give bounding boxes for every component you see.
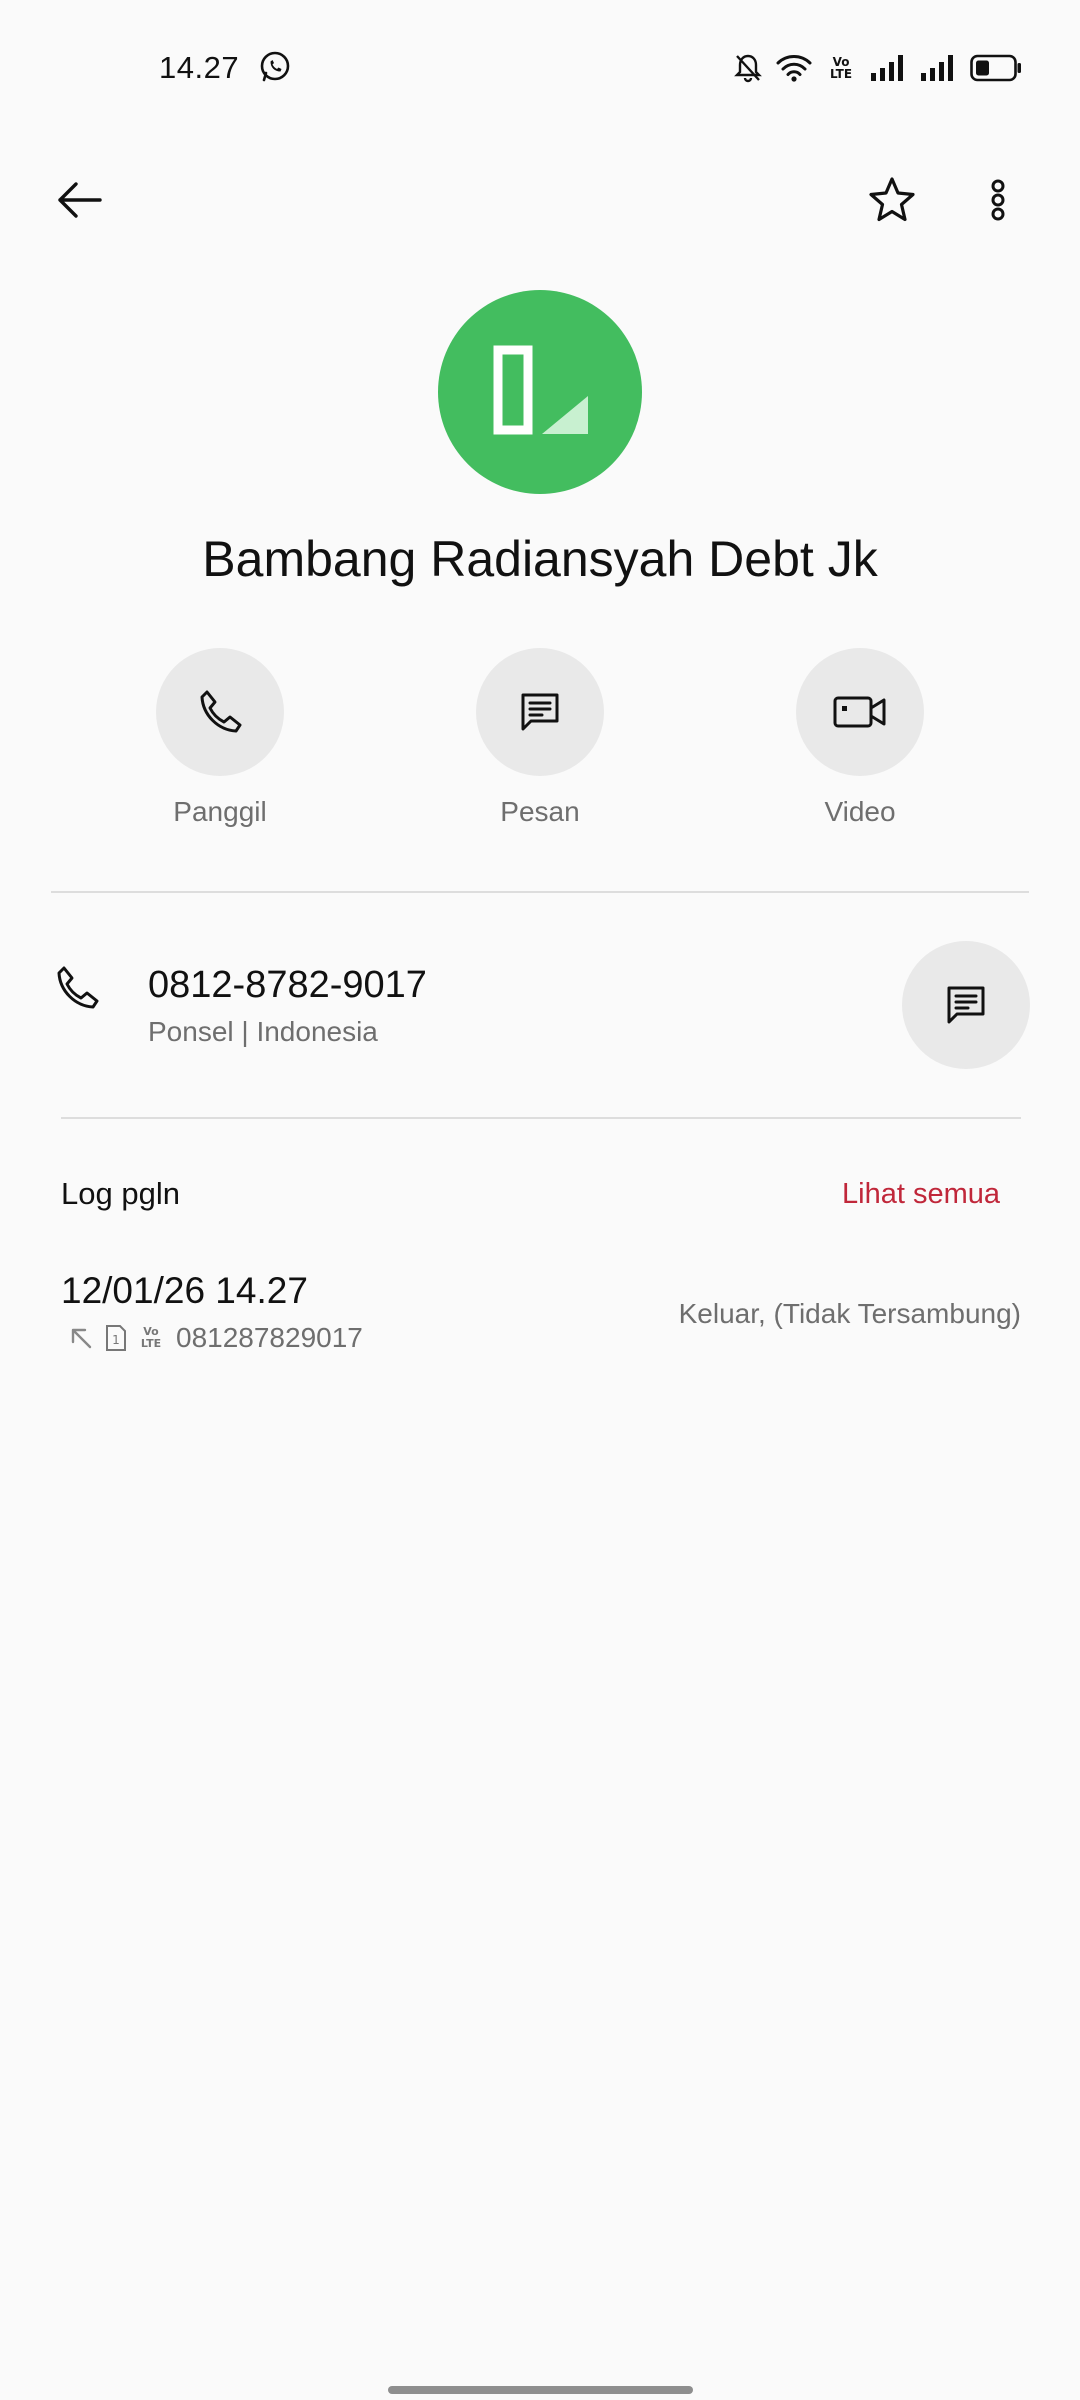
video-action-circle[interactable] xyxy=(796,648,924,776)
favorite-button[interactable] xyxy=(852,160,932,240)
phone-type-label: Ponsel | Indonesia xyxy=(148,1016,378,1047)
call-action-circle[interactable] xyxy=(156,648,284,776)
volte-status-line2: LTE xyxy=(829,67,853,81)
call-log-title: Log pgln xyxy=(61,1176,180,1211)
wifi-icon xyxy=(776,55,812,82)
video-camera-icon xyxy=(833,696,886,728)
call-log-meta: 1 Vo LTE 081287829017 xyxy=(68,1322,363,1354)
star-icon xyxy=(869,177,915,222)
phone-icon xyxy=(200,690,242,733)
whatsapp-notification-icon xyxy=(260,51,290,82)
message-icon xyxy=(521,693,559,731)
send-message-button[interactable] xyxy=(902,941,1030,1069)
sim-number: 1 xyxy=(112,1333,120,1347)
volte-line2: LTE xyxy=(140,1337,162,1350)
contact-avatar xyxy=(438,290,642,494)
video-action-label: Video xyxy=(824,796,896,827)
arrow-left-icon xyxy=(58,182,102,218)
sim-card-icon: 1 xyxy=(106,1325,126,1351)
volte-status-icon: Vo LTE xyxy=(826,56,856,80)
status-icons: Vo LTE xyxy=(734,48,1022,88)
volte-icon: Vo LTE xyxy=(138,1326,164,1350)
battery-icon xyxy=(970,54,1021,82)
see-all-link[interactable]: Lihat semua xyxy=(842,1178,1000,1211)
message-action-circle[interactable] xyxy=(476,648,604,776)
message-action-button[interactable]: Pesan xyxy=(440,648,640,838)
back-button[interactable] xyxy=(40,160,120,240)
outgoing-call-arrow-icon xyxy=(71,1328,92,1349)
contact-detail-screen: 14.27 Vo LTE Bambang Radiansyah Debt Jk … xyxy=(0,0,1080,2400)
status-time: 14.27 xyxy=(159,50,240,85)
more-options-button[interactable] xyxy=(958,160,1038,240)
avatar-logo-icon xyxy=(493,345,588,435)
message-icon xyxy=(947,986,985,1024)
divider xyxy=(61,1117,1021,1119)
phone-number-icon xyxy=(57,966,99,1009)
call-action-button[interactable]: Panggil xyxy=(120,648,320,838)
call-log-status: Keluar, (Tidak Tersambung) xyxy=(678,1298,1021,1329)
call-log-datetime: 12/01/26 14.27 xyxy=(61,1270,308,1311)
contact-name: Bambang Radiansyah Debt Jk xyxy=(202,531,878,587)
phone-number[interactable]: 0812-8782-9017 xyxy=(148,964,427,1007)
signal-sim2-icon xyxy=(921,55,953,81)
navigation-handle[interactable] xyxy=(388,2386,693,2394)
video-action-button[interactable]: Video xyxy=(760,648,960,838)
message-action-label: Pesan xyxy=(500,796,580,827)
divider xyxy=(51,891,1029,893)
status-bar: 14.27 Vo LTE xyxy=(0,0,1080,120)
more-vertical-icon xyxy=(991,179,1005,221)
signal-sim1-icon xyxy=(871,55,903,81)
call-action-label: Panggil xyxy=(173,796,267,827)
mute-bell-icon xyxy=(734,54,762,83)
call-log-number: 081287829017 xyxy=(176,1322,363,1353)
